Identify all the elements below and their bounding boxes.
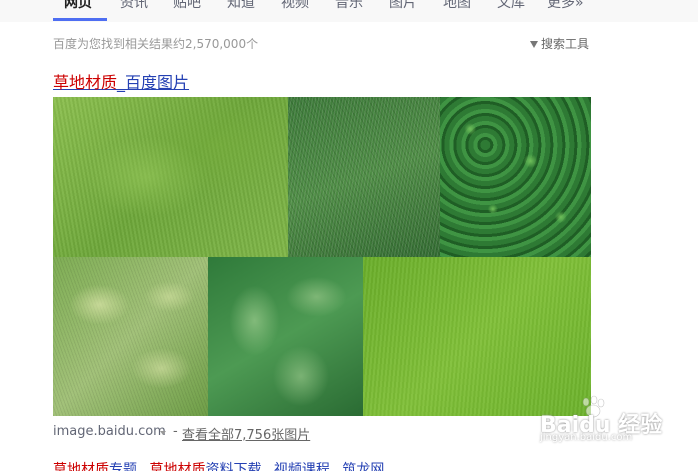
image-result-grid bbox=[53, 97, 591, 416]
grass-image-4[interactable] bbox=[53, 257, 208, 416]
search-tools-button[interactable]: 搜索工具 bbox=[530, 35, 589, 52]
result-title-link[interactable]: 草地材质_百度图片 bbox=[53, 69, 189, 93]
tab-music[interactable]: 音乐 bbox=[335, 0, 363, 14]
watermark-url: jingyan.baidu.com bbox=[540, 432, 633, 443]
tab-wenku[interactable]: 文库 bbox=[497, 0, 525, 14]
grass-image-2[interactable] bbox=[288, 97, 440, 257]
related-link-video[interactable]: 视频课程 bbox=[274, 462, 330, 471]
tab-news[interactable]: 资讯 bbox=[120, 0, 148, 14]
tab-tieba[interactable]: 贴吧 bbox=[173, 0, 201, 14]
title-rest: _百度图片 bbox=[117, 73, 190, 92]
tab-more[interactable]: 更多» bbox=[547, 0, 584, 14]
tab-images[interactable]: 图片 bbox=[389, 0, 417, 14]
title-highlight: 草地材质 bbox=[53, 73, 118, 92]
tab-map[interactable]: 地图 bbox=[443, 0, 471, 14]
result-count: 百度为您找到相关结果约2,570,000个 bbox=[53, 37, 259, 51]
grass-image-1[interactable] bbox=[53, 97, 288, 257]
chevron-down-icon[interactable] bbox=[160, 431, 166, 435]
filter-icon bbox=[530, 41, 538, 48]
related-link-topic[interactable]: 草地材质专题 bbox=[53, 462, 137, 471]
view-all-images-link[interactable]: 查看全部7,756张图片 bbox=[182, 424, 310, 443]
related-link-zhulong[interactable]: 筑龙网 bbox=[342, 462, 384, 471]
grass-image-5[interactable] bbox=[208, 257, 363, 416]
tab-video[interactable]: 视频 bbox=[281, 0, 309, 14]
active-tab-indicator bbox=[53, 18, 107, 21]
tab-web[interactable]: 网页 bbox=[64, 0, 92, 14]
related-links: 草地材质专题 草地材质资料下载 视频课程 筑龙网 bbox=[53, 459, 392, 471]
source-separator: - bbox=[173, 424, 178, 439]
result-source-url[interactable]: image.baidu.com bbox=[53, 424, 166, 439]
grass-image-3[interactable] bbox=[440, 97, 591, 257]
search-tools-label: 搜索工具 bbox=[541, 37, 590, 51]
search-nav-bar: 网页 资讯 贴吧 知道 视频 音乐 图片 地图 文库 更多» bbox=[0, 0, 698, 22]
tab-zhidao[interactable]: 知道 bbox=[227, 0, 255, 14]
grass-image-6[interactable] bbox=[363, 257, 591, 416]
related-link-download[interactable]: 草地材质资料下载 bbox=[149, 462, 261, 471]
